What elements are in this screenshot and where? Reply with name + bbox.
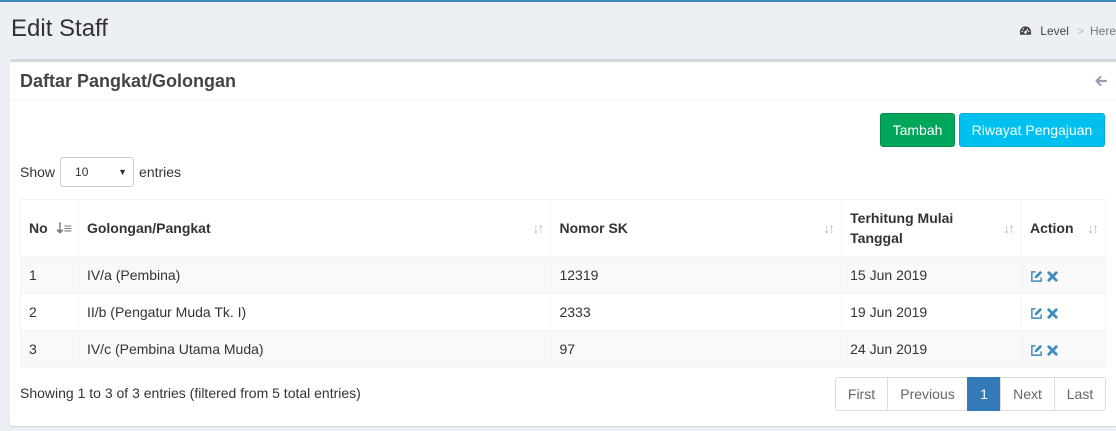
delete-icon[interactable] bbox=[1046, 270, 1059, 283]
pagination-previous[interactable]: Previous bbox=[887, 377, 968, 411]
column-header-nomor-sk[interactable]: Nomor SK ↓↑ bbox=[550, 199, 843, 257]
edit-icon[interactable] bbox=[1030, 344, 1043, 357]
column-header-no[interactable]: No ⇣≡ bbox=[20, 199, 79, 257]
pagination-first[interactable]: First bbox=[835, 377, 888, 411]
pangkat-table: No ⇣≡ Golongan/Pangkat ↓↑ Nomor SK ↓↑ Te… bbox=[20, 199, 1107, 368]
pagination: First Previous 1 Next Last bbox=[835, 377, 1106, 411]
cell-action bbox=[1020, 293, 1107, 331]
sort-asc-icon: ⇣≡ bbox=[54, 220, 72, 236]
tambah-button[interactable]: Tambah bbox=[880, 113, 955, 147]
cell-nomor-sk: 2333 bbox=[550, 293, 843, 331]
arrow-left-icon[interactable] bbox=[1094, 74, 1108, 88]
column-header-golongan[interactable]: Golongan/Pangkat ↓↑ bbox=[77, 199, 552, 257]
pagination-next[interactable]: Next bbox=[1000, 377, 1055, 411]
table-row: 2 II/b (Pengatur Muda Tk. I) 2333 19 Jun… bbox=[20, 293, 1107, 331]
page-title: Edit Staff bbox=[11, 15, 108, 42]
entries-length-value: 10 bbox=[75, 165, 89, 179]
cell-nomor-sk: 12319 bbox=[550, 256, 843, 294]
cell-tanggal: 19 Jun 2019 bbox=[841, 293, 1022, 331]
cell-nomor-sk: 97 bbox=[550, 330, 843, 368]
cell-action bbox=[1020, 256, 1107, 294]
breadcrumb-separator: > bbox=[1076, 24, 1084, 38]
column-header-tanggal[interactable]: Terhitung Mulai Tanggal ↓↑ bbox=[841, 199, 1022, 257]
sort-icon: ↓↑ bbox=[532, 220, 544, 236]
pagination-last[interactable]: Last bbox=[1054, 377, 1106, 411]
entries-length-select[interactable]: 10 ▼ bbox=[60, 157, 135, 187]
entries-label: entries bbox=[139, 164, 182, 180]
cell-tanggal: 15 Jun 2019 bbox=[841, 256, 1022, 294]
sort-icon: ↓↑ bbox=[1087, 220, 1099, 236]
dashboard-icon bbox=[1020, 26, 1032, 35]
sort-icon: ↓↑ bbox=[823, 220, 835, 236]
pangkat-box: Daftar Pangkat/Golongan Tambah Riwayat P… bbox=[10, 59, 1116, 426]
edit-icon[interactable] bbox=[1030, 307, 1043, 320]
pangkat-table-wrapper: No ⇣≡ Golongan/Pangkat ↓↑ Nomor SK ↓↑ Te… bbox=[20, 199, 1107, 368]
delete-icon[interactable] bbox=[1046, 307, 1059, 320]
cell-tanggal: 24 Jun 2019 bbox=[841, 330, 1022, 368]
cell-golongan: IV/a (Pembina) bbox=[77, 256, 552, 294]
table-row: 3 IV/c (Pembina Utama Muda) 97 24 Jun 20… bbox=[20, 330, 1107, 368]
cell-golongan: II/b (Pengatur Muda Tk. I) bbox=[77, 293, 552, 331]
breadcrumb-level-link[interactable]: Level bbox=[1040, 24, 1069, 38]
cell-no: 2 bbox=[20, 293, 79, 331]
breadcrumb: Level > Here bbox=[1019, 24, 1116, 38]
cell-action bbox=[1020, 330, 1107, 368]
cell-golongan: IV/c (Pembina Utama Muda) bbox=[77, 330, 552, 368]
breadcrumb-current: Here bbox=[1089, 24, 1116, 38]
table-row: 1 IV/a (Pembina) 12319 15 Jun 2019 bbox=[20, 256, 1107, 294]
cell-no: 3 bbox=[20, 330, 79, 368]
delete-icon[interactable] bbox=[1046, 344, 1059, 357]
sort-icon: ↓↑ bbox=[1002, 220, 1015, 236]
pagination-page-1[interactable]: 1 bbox=[967, 377, 1001, 411]
table-info: Showing 1 to 3 of 3 entries (filtered fr… bbox=[20, 385, 361, 401]
edit-icon[interactable] bbox=[1030, 270, 1043, 283]
show-label: Show bbox=[20, 164, 56, 180]
table-header-row: No ⇣≡ Golongan/Pangkat ↓↑ Nomor SK ↓↑ Te… bbox=[20, 199, 1107, 257]
entries-length-control: Show 10 ▼ entries bbox=[20, 157, 181, 187]
riwayat-pengajuan-button[interactable]: Riwayat Pengajuan bbox=[959, 113, 1105, 147]
box-header: Daftar Pangkat/Golongan bbox=[10, 62, 1116, 101]
cell-no: 1 bbox=[20, 256, 79, 294]
box-title: Daftar Pangkat/Golongan bbox=[20, 71, 237, 91]
content-header: Edit Staff Level > Here bbox=[0, 2, 1116, 54]
chevron-down-icon: ▼ bbox=[118, 167, 128, 177]
column-header-action[interactable]: Action ↓↑ bbox=[1020, 199, 1107, 257]
